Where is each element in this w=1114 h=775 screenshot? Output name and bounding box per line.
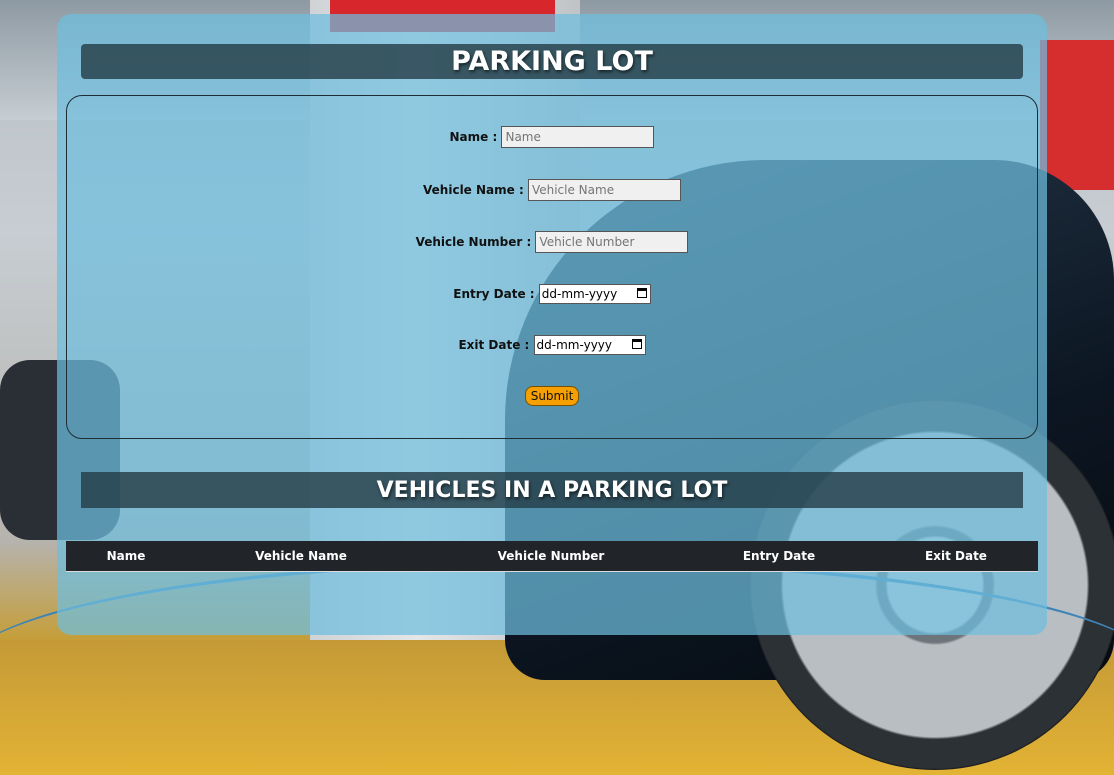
exit-date-row: Exit Date : dd-mm-yyyy: [67, 335, 1037, 355]
submit-button[interactable]: Submit: [524, 386, 580, 406]
name-label: Name :: [449, 130, 498, 144]
name-input[interactable]: [501, 126, 655, 148]
exit-date-input[interactable]: dd-mm-yyyy: [533, 335, 646, 355]
calendar-icon[interactable]: [631, 339, 642, 349]
vehicle-name-row: Vehicle Name :: [67, 179, 1037, 201]
vehicle-name-label: Vehicle Name :: [423, 183, 524, 197]
page-title: PARKING LOT: [81, 44, 1023, 79]
exit-date-value: dd-mm-yyyy: [536, 338, 612, 352]
column-header-vehicle-number: Vehicle Number: [497, 549, 605, 563]
column-header-name: Name: [106, 549, 146, 563]
entry-date-label: Entry Date :: [453, 287, 535, 301]
column-header-vehicle-name: Vehicle Name: [255, 549, 347, 563]
column-header-entry-date: Entry Date: [742, 549, 816, 563]
entry-date-row: Entry Date : dd-mm-yyyy: [67, 284, 1037, 304]
vehicle-number-row: Vehicle Number :: [67, 231, 1037, 253]
vehicle-number-input[interactable]: [535, 231, 689, 253]
vehicles-list-title: VEHICLES IN A PARKING LOT: [81, 472, 1023, 508]
entry-date-input[interactable]: dd-mm-yyyy: [538, 284, 651, 304]
vehicles-table-header: Name Vehicle Name Vehicle Number Entry D…: [66, 541, 1038, 572]
vehicle-name-input[interactable]: [527, 179, 681, 201]
main-panel: PARKING LOT Name : Vehicle Name : Vehicl…: [57, 14, 1047, 635]
column-header-exit-date: Exit Date: [925, 549, 987, 563]
parking-form: Name : Vehicle Name : Vehicle Number : E…: [66, 95, 1038, 439]
entry-date-value: dd-mm-yyyy: [541, 287, 618, 301]
name-row: Name :: [67, 126, 1037, 148]
exit-date-label: Exit Date :: [458, 338, 530, 352]
vehicle-number-label: Vehicle Number :: [415, 235, 532, 249]
calendar-icon[interactable]: [636, 288, 647, 298]
submit-row: Submit: [67, 386, 1037, 406]
